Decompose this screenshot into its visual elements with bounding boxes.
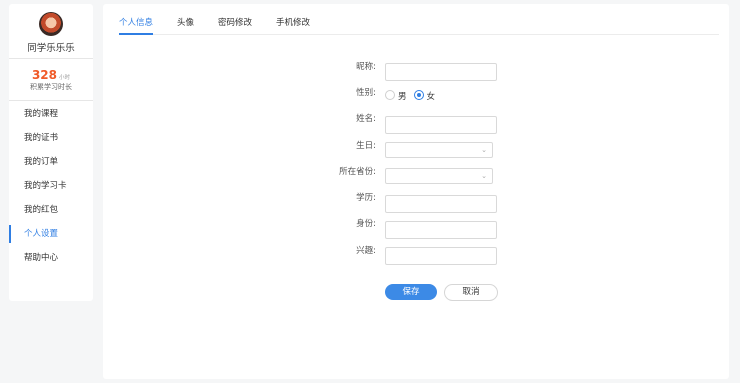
- education-input[interactable]: [385, 195, 497, 213]
- tab-personal-info[interactable]: 个人信息: [119, 16, 154, 35]
- birthday-label: 生日:: [356, 141, 376, 151]
- save-button[interactable]: 保存: [385, 284, 437, 300]
- province-label: 所在省份:: [339, 167, 376, 177]
- tab-phone[interactable]: 手机修改: [276, 16, 310, 34]
- sidebar-menu: 我的课程 我的证书 我的订单 我的学习卡 我的红包 个人设置 帮助中心: [9, 102, 93, 270]
- username: 同学乐乐乐: [27, 43, 75, 54]
- gender-female-option[interactable]: 女: [413, 90, 436, 102]
- gender-male-option[interactable]: 男: [385, 90, 407, 102]
- sidebar-item-courses[interactable]: 我的课程: [9, 102, 93, 126]
- gender-female-label: 女: [426, 92, 436, 102]
- identity-label: 身份:: [356, 219, 376, 229]
- sidebar-item-help[interactable]: 帮助中心: [9, 246, 93, 270]
- nickname-input[interactable]: [385, 63, 497, 81]
- study-hours: 328 小时: [9, 64, 93, 83]
- sidebar-item-study-cards[interactable]: 我的学习卡: [9, 174, 93, 198]
- main-panel: 个人信息 头像 密码修改 手机修改 昵称: 性别: 男女 姓名: 生日: ⌄ 所…: [103, 4, 729, 379]
- sidebar-item-orders[interactable]: 我的订单: [9, 150, 93, 174]
- gender-label: 性别:: [356, 88, 376, 98]
- study-hours-unit: 小时: [59, 75, 71, 81]
- radio-female[interactable]: [413, 90, 424, 100]
- sidebar: 同学乐乐乐 328 小时 积累学习时长 我的课程 我的证书 我的订单 我的学习卡 …: [9, 4, 93, 301]
- avatar[interactable]: [39, 12, 63, 36]
- sidebar-item-settings[interactable]: 个人设置: [9, 222, 93, 246]
- divider: [9, 58, 93, 59]
- tab-bar: 个人信息 头像 密码修改 手机修改: [119, 4, 719, 35]
- birthday-select[interactable]: ⌄: [385, 142, 493, 158]
- gender-radio-group: 男女: [385, 90, 442, 102]
- sidebar-item-red-packets[interactable]: 我的红包: [9, 198, 93, 222]
- study-hours-label: 积累学习时长: [30, 83, 72, 91]
- gender-male-label: 男: [398, 92, 407, 102]
- study-hours-value: 328: [31, 68, 58, 82]
- chevron-down-icon: ⌄: [481, 146, 487, 154]
- nickname-label: 昵称:: [356, 62, 376, 72]
- name-input[interactable]: [385, 116, 497, 134]
- interest-label: 兴趣:: [356, 246, 376, 256]
- education-label: 学历:: [356, 193, 376, 203]
- cancel-button[interactable]: 取消: [444, 284, 498, 301]
- identity-input[interactable]: [385, 221, 497, 239]
- province-select[interactable]: ⌄: [385, 168, 493, 184]
- tab-password[interactable]: 密码修改: [218, 16, 252, 34]
- sidebar-item-certificates[interactable]: 我的证书: [9, 126, 93, 150]
- tab-avatar[interactable]: 头像: [177, 16, 194, 34]
- name-label: 姓名:: [356, 114, 376, 124]
- radio-male[interactable]: [385, 90, 395, 100]
- interest-input[interactable]: [385, 247, 497, 265]
- chevron-down-icon: ⌄: [481, 172, 487, 180]
- divider: [9, 100, 93, 101]
